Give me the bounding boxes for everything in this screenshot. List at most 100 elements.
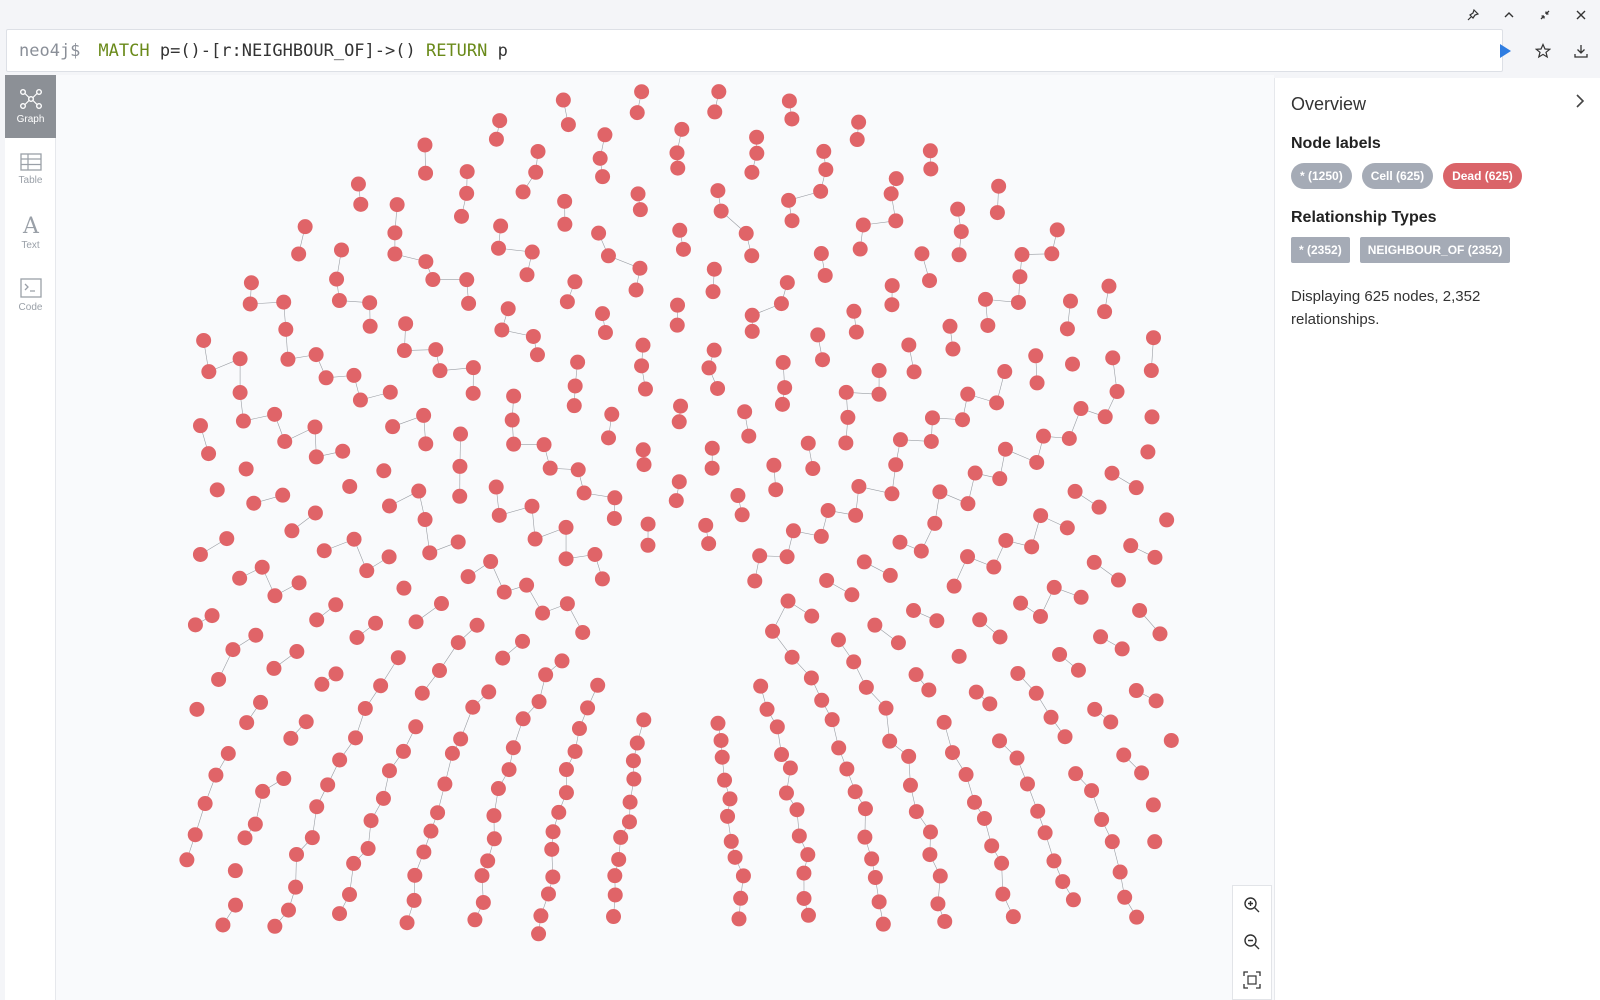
graph-node[interactable] xyxy=(475,894,491,910)
graph-node[interactable] xyxy=(474,868,490,884)
graph-node[interactable] xyxy=(710,183,726,199)
graph-node[interactable] xyxy=(289,846,305,862)
graph-node[interactable] xyxy=(882,567,898,583)
zoom-in-icon[interactable] xyxy=(1240,893,1264,917)
graph-node[interactable] xyxy=(1112,864,1128,880)
graph-node[interactable] xyxy=(495,650,511,666)
graph-node[interactable] xyxy=(607,490,623,506)
graph-node[interactable] xyxy=(774,396,790,412)
graph-node[interactable] xyxy=(283,730,299,746)
graph-visualization[interactable] xyxy=(56,75,1274,1000)
graph-node[interactable] xyxy=(342,887,358,903)
graph-node[interactable] xyxy=(781,93,797,109)
graph-node[interactable] xyxy=(673,398,689,414)
graph-node[interactable] xyxy=(500,301,516,317)
graph-node[interactable] xyxy=(398,316,414,332)
nav-graph[interactable]: Graph xyxy=(5,75,56,138)
graph-node[interactable] xyxy=(192,546,208,562)
graph-node[interactable] xyxy=(515,711,531,727)
graph-node[interactable] xyxy=(1163,732,1179,748)
graph-node[interactable] xyxy=(997,364,1013,380)
graph-node[interactable] xyxy=(713,732,729,748)
graph-node[interactable] xyxy=(698,517,714,533)
graph-node[interactable] xyxy=(350,176,366,192)
graph-node[interactable] xyxy=(1030,803,1046,819)
graph-node[interactable] xyxy=(611,851,627,867)
graph-node[interactable] xyxy=(784,213,800,229)
graph-node[interactable] xyxy=(243,275,259,291)
graph-node[interactable] xyxy=(824,712,840,728)
graph-node[interactable] xyxy=(1094,812,1110,828)
graph-node[interactable] xyxy=(1123,538,1139,554)
graph-node[interactable] xyxy=(276,771,292,787)
graph-node[interactable] xyxy=(592,150,608,166)
graph-node[interactable] xyxy=(1019,776,1035,792)
graph-node[interactable] xyxy=(328,666,344,682)
graph-node[interactable] xyxy=(819,572,835,588)
graph-node[interactable] xyxy=(368,615,384,631)
graph-node[interactable] xyxy=(976,810,992,826)
graph-node[interactable] xyxy=(1059,321,1075,337)
graph-node[interactable] xyxy=(416,844,432,860)
graph-node[interactable] xyxy=(566,398,582,414)
graph-node[interactable] xyxy=(855,217,871,233)
graph-node[interactable] xyxy=(359,563,375,579)
graph-node[interactable] xyxy=(625,753,641,769)
graph-node[interactable] xyxy=(805,461,821,477)
graph-node[interactable] xyxy=(977,291,993,307)
graph-node[interactable] xyxy=(628,282,644,298)
graph-node[interactable] xyxy=(1028,685,1044,701)
minimize-icon[interactable] xyxy=(1536,6,1554,24)
graph-node[interactable] xyxy=(452,488,468,504)
graph-node[interactable] xyxy=(1024,539,1040,555)
graph-node[interactable] xyxy=(922,824,938,840)
graph-node[interactable] xyxy=(536,437,552,453)
graph-node[interactable] xyxy=(308,449,324,465)
graph-node[interactable] xyxy=(856,554,872,570)
graph-node[interactable] xyxy=(505,740,521,756)
graph-node[interactable] xyxy=(730,488,746,504)
graph-node[interactable] xyxy=(607,868,623,884)
graph-node[interactable] xyxy=(671,474,687,490)
graph-node[interactable] xyxy=(955,412,971,428)
graph-node[interactable] xyxy=(220,746,236,762)
graph-node[interactable] xyxy=(1065,356,1081,372)
graph-node[interactable] xyxy=(884,486,900,502)
graph-node[interactable] xyxy=(418,165,434,181)
graph-node[interactable] xyxy=(396,580,412,596)
graph-node[interactable] xyxy=(1052,646,1068,662)
graph-node[interactable] xyxy=(1068,766,1084,782)
graph-node[interactable] xyxy=(800,907,816,923)
graph-node[interactable] xyxy=(373,678,389,694)
graph-node[interactable] xyxy=(187,617,203,633)
graph-node[interactable] xyxy=(488,479,504,495)
graph-node[interactable] xyxy=(595,169,611,185)
node-label-all[interactable]: * (1250) xyxy=(1291,163,1352,189)
graph-node[interactable] xyxy=(232,570,248,586)
graph-node[interactable] xyxy=(637,381,653,397)
graph-node[interactable] xyxy=(960,549,976,565)
graph-node[interactable] xyxy=(459,272,475,288)
graph-node[interactable] xyxy=(1148,693,1164,709)
graph-node[interactable] xyxy=(1144,409,1160,425)
graph-node[interactable] xyxy=(332,906,348,922)
graph-node[interactable] xyxy=(298,714,314,730)
graph-node[interactable] xyxy=(591,225,607,241)
graph-node[interactable] xyxy=(280,351,296,367)
graph-node[interactable] xyxy=(636,712,652,728)
chevron-right-icon[interactable] xyxy=(1574,92,1586,113)
graph-node[interactable] xyxy=(308,347,324,363)
graph-node[interactable] xyxy=(554,653,570,669)
graph-node[interactable] xyxy=(635,337,651,353)
zoom-out-icon[interactable] xyxy=(1240,930,1264,954)
graph-node[interactable] xyxy=(858,679,874,695)
graph-node[interactable] xyxy=(796,865,812,881)
graph-node[interactable] xyxy=(892,534,908,550)
graph-node[interactable] xyxy=(1014,247,1030,263)
graph-node[interactable] xyxy=(1104,465,1120,481)
graph-node[interactable] xyxy=(227,863,243,879)
graph-node[interactable] xyxy=(211,671,227,687)
graph-node[interactable] xyxy=(492,113,508,129)
graph-node[interactable] xyxy=(800,435,816,451)
graph-node[interactable] xyxy=(524,244,540,260)
